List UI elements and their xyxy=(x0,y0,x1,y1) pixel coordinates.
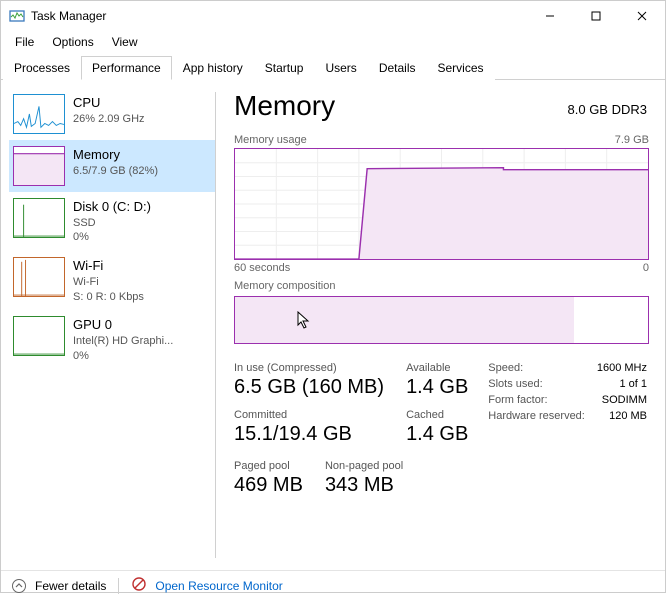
memory-detail: Memory 8.0 GB DDR3 Memory usage 7.9 GB xyxy=(216,80,665,570)
tab-startup[interactable]: Startup xyxy=(254,56,315,80)
tabs: Processes Performance App history Startu… xyxy=(1,55,665,80)
fewer-details-link[interactable]: Fewer details xyxy=(35,579,106,593)
sidebar-item-gpu0[interactable]: GPU 0 Intel(R) HD Graphi... 0% xyxy=(9,310,215,369)
maximize-button[interactable] xyxy=(573,1,619,31)
sidebar-item-label: GPU 0 xyxy=(73,316,173,334)
footer-divider xyxy=(118,578,119,594)
tab-users[interactable]: Users xyxy=(314,56,367,80)
composition-fill xyxy=(235,297,574,343)
sidebar-item-sub2: 0% xyxy=(73,349,173,364)
sidebar-item-memory[interactable]: Memory 6.5/7.9 GB (82%) xyxy=(9,140,215,192)
tab-details[interactable]: Details xyxy=(368,56,427,80)
menu-options[interactable]: Options xyxy=(44,33,101,51)
sidebar-item-sub2: S: 0 R: 0 Kbps xyxy=(73,290,144,305)
sidebar-item-cpu[interactable]: CPU 26% 2.09 GHz xyxy=(9,88,215,140)
tab-processes[interactable]: Processes xyxy=(3,56,81,80)
menubar: File Options View xyxy=(1,31,665,55)
sidebar-item-label: Memory xyxy=(73,146,158,164)
xaxis-right: 0 xyxy=(643,262,649,274)
usage-max: 7.9 GB xyxy=(615,134,649,146)
memory-usage-graph[interactable] xyxy=(234,148,649,260)
collapse-icon[interactable] xyxy=(11,578,27,594)
minimize-button[interactable] xyxy=(527,1,573,31)
capacity-label: 8.0 GB DDR3 xyxy=(568,102,647,117)
gpu-thumb xyxy=(13,316,65,356)
sidebar-item-label: Disk 0 (C: D:) xyxy=(73,198,151,216)
resmon-icon xyxy=(131,576,147,595)
cpu-thumb xyxy=(13,94,65,134)
sidebar-item-wifi[interactable]: Wi-Fi Wi-Fi S: 0 R: 0 Kbps xyxy=(9,251,215,310)
close-button[interactable] xyxy=(619,1,665,31)
perf-sidebar: CPU 26% 2.09 GHz Memory 6.5/7.9 GB (82%)… xyxy=(1,80,215,570)
menu-view[interactable]: View xyxy=(104,33,146,51)
sidebar-item-sub2: 0% xyxy=(73,230,151,245)
stat-paged: Paged pool 469 MB xyxy=(234,460,303,497)
stat-nonpaged: Non-paged pool 343 MB xyxy=(325,460,403,497)
memory-composition-bar[interactable] xyxy=(234,296,649,344)
memory-meta: Speed: 1600 MHz Slots used: 1 of 1 Form … xyxy=(488,362,647,446)
sidebar-item-sub: 6.5/7.9 GB (82%) xyxy=(73,164,158,179)
footer: Fewer details Open Resource Monitor xyxy=(1,570,665,600)
tab-services[interactable]: Services xyxy=(427,56,495,80)
sidebar-item-sub: Intel(R) HD Graphi... xyxy=(73,334,173,349)
performance-content: CPU 26% 2.09 GHz Memory 6.5/7.9 GB (82%)… xyxy=(1,80,665,570)
wifi-thumb xyxy=(13,257,65,297)
window-title: Task Manager xyxy=(31,9,106,23)
memory-thumb xyxy=(13,146,65,186)
usage-label: Memory usage xyxy=(234,134,307,146)
tab-performance[interactable]: Performance xyxy=(81,56,172,80)
titlebar: Task Manager xyxy=(1,1,665,31)
stat-available: Available 1.4 GB xyxy=(406,362,468,399)
sidebar-item-sub: SSD xyxy=(73,216,151,231)
sidebar-item-sub: Wi-Fi xyxy=(73,275,144,290)
open-resource-monitor-link[interactable]: Open Resource Monitor xyxy=(155,579,282,593)
sidebar-item-sub: 26% 2.09 GHz xyxy=(73,112,145,127)
sidebar-item-disk0[interactable]: Disk 0 (C: D:) SSD 0% xyxy=(9,192,215,251)
cursor-icon xyxy=(297,311,313,334)
stat-cached: Cached 1.4 GB xyxy=(406,409,468,446)
sidebar-item-label: Wi-Fi xyxy=(73,257,144,275)
tab-app-history[interactable]: App history xyxy=(172,56,254,80)
stat-committed: Committed 15.1/19.4 GB xyxy=(234,409,384,446)
sidebar-item-label: CPU xyxy=(73,94,145,112)
stat-in-use: In use (Compressed) 6.5 GB (160 MB) xyxy=(234,362,384,399)
menu-file[interactable]: File xyxy=(7,33,42,51)
composition-label: Memory composition xyxy=(234,280,335,292)
disk-thumb xyxy=(13,198,65,238)
xaxis-left: 60 seconds xyxy=(234,262,290,274)
taskmgr-icon xyxy=(9,8,25,24)
